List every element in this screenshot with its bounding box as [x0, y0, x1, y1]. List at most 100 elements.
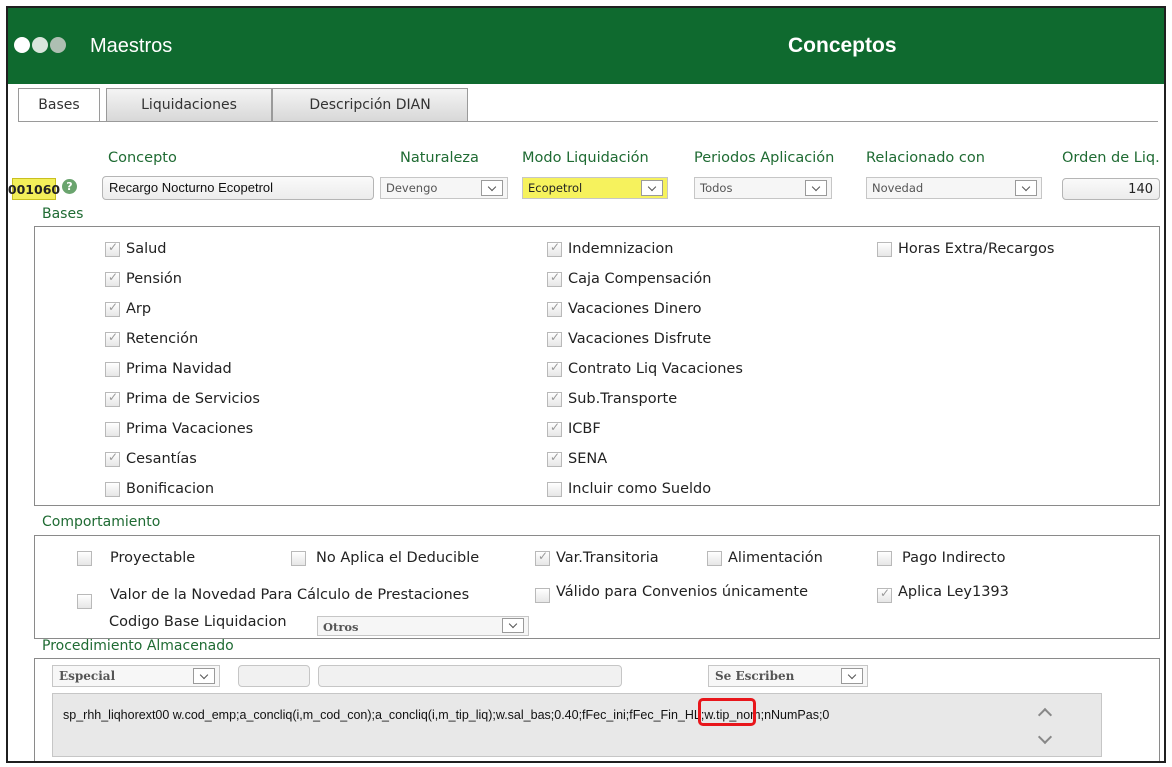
periodos-aplicacion-select[interactable]: Todos: [694, 177, 832, 199]
checkbox-cesantias[interactable]: Cesantías: [105, 450, 197, 467]
checkbox-box[interactable]: [105, 421, 120, 437]
checkbox-valido-convenios[interactable]: Válido para Convenios únicamente: [535, 580, 808, 603]
checkbox-label: Pensión: [126, 271, 182, 287]
tab-bases[interactable]: Bases: [18, 88, 100, 122]
modo-liquidacion-select[interactable]: Ecopetrol: [522, 177, 668, 199]
chevron-down-icon[interactable]: [841, 668, 863, 684]
checkbox-box[interactable]: [105, 361, 120, 377]
checkbox-box[interactable]: [707, 550, 722, 566]
checkbox-box[interactable]: [877, 241, 892, 257]
checkbox-box[interactable]: [547, 360, 562, 377]
checkbox-incluir-sueldo[interactable]: Incluir como Sueldo: [547, 481, 711, 497]
chevron-down-icon[interactable]: [193, 668, 215, 684]
procedimiento-textarea[interactable]: sp_rhh_liqhorext00 w.cod_emp;a_concliq(i…: [52, 693, 1102, 757]
checkbox-box[interactable]: [291, 550, 306, 566]
checkbox-label: Bonificacion: [126, 481, 215, 497]
checkbox-prima-servicios[interactable]: Prima de Servicios: [105, 390, 260, 407]
checkbox-box[interactable]: [547, 330, 562, 347]
checkbox-var-transitoria[interactable]: Var.Transitoria: [535, 549, 659, 566]
conceptos-window: Maestros Conceptos Bases Liquidaciones D…: [6, 6, 1166, 763]
checkbox-box[interactable]: [547, 481, 562, 497]
bases-group: Salud Pensión Arp Retención Prima Navida…: [34, 226, 1160, 506]
checkbox-sena[interactable]: SENA: [547, 450, 607, 467]
checkbox-box[interactable]: [535, 549, 550, 566]
checkbox-box[interactable]: [77, 594, 92, 609]
checkbox-prima-navidad[interactable]: Prima Navidad: [105, 361, 232, 377]
checkbox-label: ICBF: [568, 421, 601, 437]
checkbox-no-aplica-deducible[interactable]: No Aplica el Deducible: [291, 550, 479, 566]
chevron-down-icon[interactable]: [641, 180, 663, 196]
procedimiento-tipo-value: Especial: [59, 669, 116, 683]
procedimiento-tipo-select[interactable]: Especial: [52, 665, 220, 687]
checkbox-alimentacion[interactable]: Alimentación: [707, 550, 823, 566]
checkbox-box[interactable]: [877, 586, 892, 603]
checkbox-box[interactable]: [547, 300, 562, 317]
checkbox-label: Incluir como Sueldo: [568, 481, 712, 497]
chevron-up-icon[interactable]: [1037, 707, 1053, 723]
tab-descripcion-dian[interactable]: Descripción DIAN: [272, 88, 468, 122]
checkbox-box[interactable]: [105, 240, 120, 257]
checkbox-aplica-ley1393[interactable]: Aplica Ley1393: [877, 580, 1009, 603]
chevron-down-icon[interactable]: [481, 180, 503, 196]
dot-icon: [32, 37, 48, 53]
checkbox-salud[interactable]: Salud: [105, 240, 167, 257]
checkbox-box[interactable]: [547, 270, 562, 287]
chevron-down-icon[interactable]: [1015, 180, 1037, 196]
naturaleza-value: Devengo: [386, 181, 438, 195]
checkbox-box[interactable]: [105, 450, 120, 467]
checkbox-indemnizacion[interactable]: Indemnizacion: [547, 240, 674, 257]
checkbox-label: Vacaciones Dinero: [568, 301, 702, 317]
checkbox-box[interactable]: [105, 481, 120, 497]
chevron-down-icon[interactable]: [1037, 729, 1053, 745]
checkbox-label: Salud: [126, 241, 167, 257]
checkbox-caja-compensacion[interactable]: Caja Compensación: [547, 270, 711, 287]
checkbox-pension[interactable]: Pensión: [105, 270, 182, 287]
checkbox-icbf[interactable]: ICBF: [547, 420, 601, 437]
checkbox-box[interactable]: [105, 390, 120, 407]
checkbox-box[interactable]: [105, 300, 120, 317]
checkbox-vacaciones-disfrute[interactable]: Vacaciones Disfrute: [547, 330, 711, 347]
checkbox-box[interactable]: [547, 420, 562, 437]
checkbox-box[interactable]: [877, 550, 892, 566]
checkbox-box[interactable]: [547, 240, 562, 257]
checkbox-label: Proyectable: [110, 550, 196, 566]
concepto-name-field[interactable]: Recargo Nocturno Ecopetrol: [102, 176, 374, 200]
help-icon[interactable]: ?: [62, 179, 77, 194]
chevron-down-icon[interactable]: [502, 618, 524, 633]
naturaleza-select[interactable]: Devengo: [380, 177, 508, 199]
checkbox-box[interactable]: [535, 588, 550, 603]
checkbox-box[interactable]: [105, 270, 120, 287]
checkbox-prima-vacaciones[interactable]: Prima Vacaciones: [105, 421, 253, 437]
checkbox-label: Cesantías: [126, 451, 197, 467]
procedimiento-field-1[interactable]: [238, 665, 310, 687]
codigo-base-select[interactable]: Otros: [317, 616, 529, 636]
checkbox-sub-transporte[interactable]: Sub.Transporte: [547, 390, 677, 407]
checkbox-label: Contrato Liq Vacaciones: [568, 361, 743, 377]
checkbox-box[interactable]: [547, 390, 562, 407]
checkbox-label: Pago Indirecto: [902, 550, 1006, 566]
checkbox-retencion[interactable]: Retención: [105, 330, 198, 347]
checkbox-box[interactable]: [547, 450, 562, 467]
concepto-code-field[interactable]: 001060: [8, 178, 60, 200]
checkbox-valor-novedad-prestaciones[interactable]: Valor de la Novedad Para Cálculo de Pres…: [77, 580, 469, 609]
checkbox-box[interactable]: [105, 330, 120, 347]
checkbox-vacaciones-dinero[interactable]: Vacaciones Dinero: [547, 300, 702, 317]
relacionado-con-select[interactable]: Novedad: [866, 177, 1042, 199]
checkbox-box[interactable]: [77, 550, 92, 566]
checkbox-pago-indirecto[interactable]: Pago Indirecto: [877, 550, 1005, 566]
procedimiento-field-2[interactable]: [318, 665, 622, 687]
checkbox-proyectable[interactable]: Proyectable: [77, 550, 195, 566]
chevron-down-icon[interactable]: [805, 180, 827, 196]
checkbox-horas-extra-recargos[interactable]: Horas Extra/Recargos: [877, 241, 1054, 257]
procedimiento-escritura-select[interactable]: Se Escriben: [708, 665, 868, 687]
procedimiento-escritura-value: Se Escriben: [715, 669, 795, 683]
checkbox-bonificacion[interactable]: Bonificacion: [105, 481, 214, 497]
screen-title: Conceptos: [788, 34, 897, 57]
bases-section-title: Bases: [42, 206, 84, 222]
orden-liq-field[interactable]: 140: [1062, 178, 1160, 200]
codigo-base-text: Codigo Base Liquidacion: [109, 614, 287, 630]
checkbox-arp[interactable]: Arp: [105, 300, 151, 317]
textarea-scrollbar[interactable]: [1035, 702, 1057, 754]
checkbox-contrato-liq-vacaciones[interactable]: Contrato Liq Vacaciones: [547, 360, 743, 377]
tab-liquidaciones[interactable]: Liquidaciones: [106, 88, 272, 122]
